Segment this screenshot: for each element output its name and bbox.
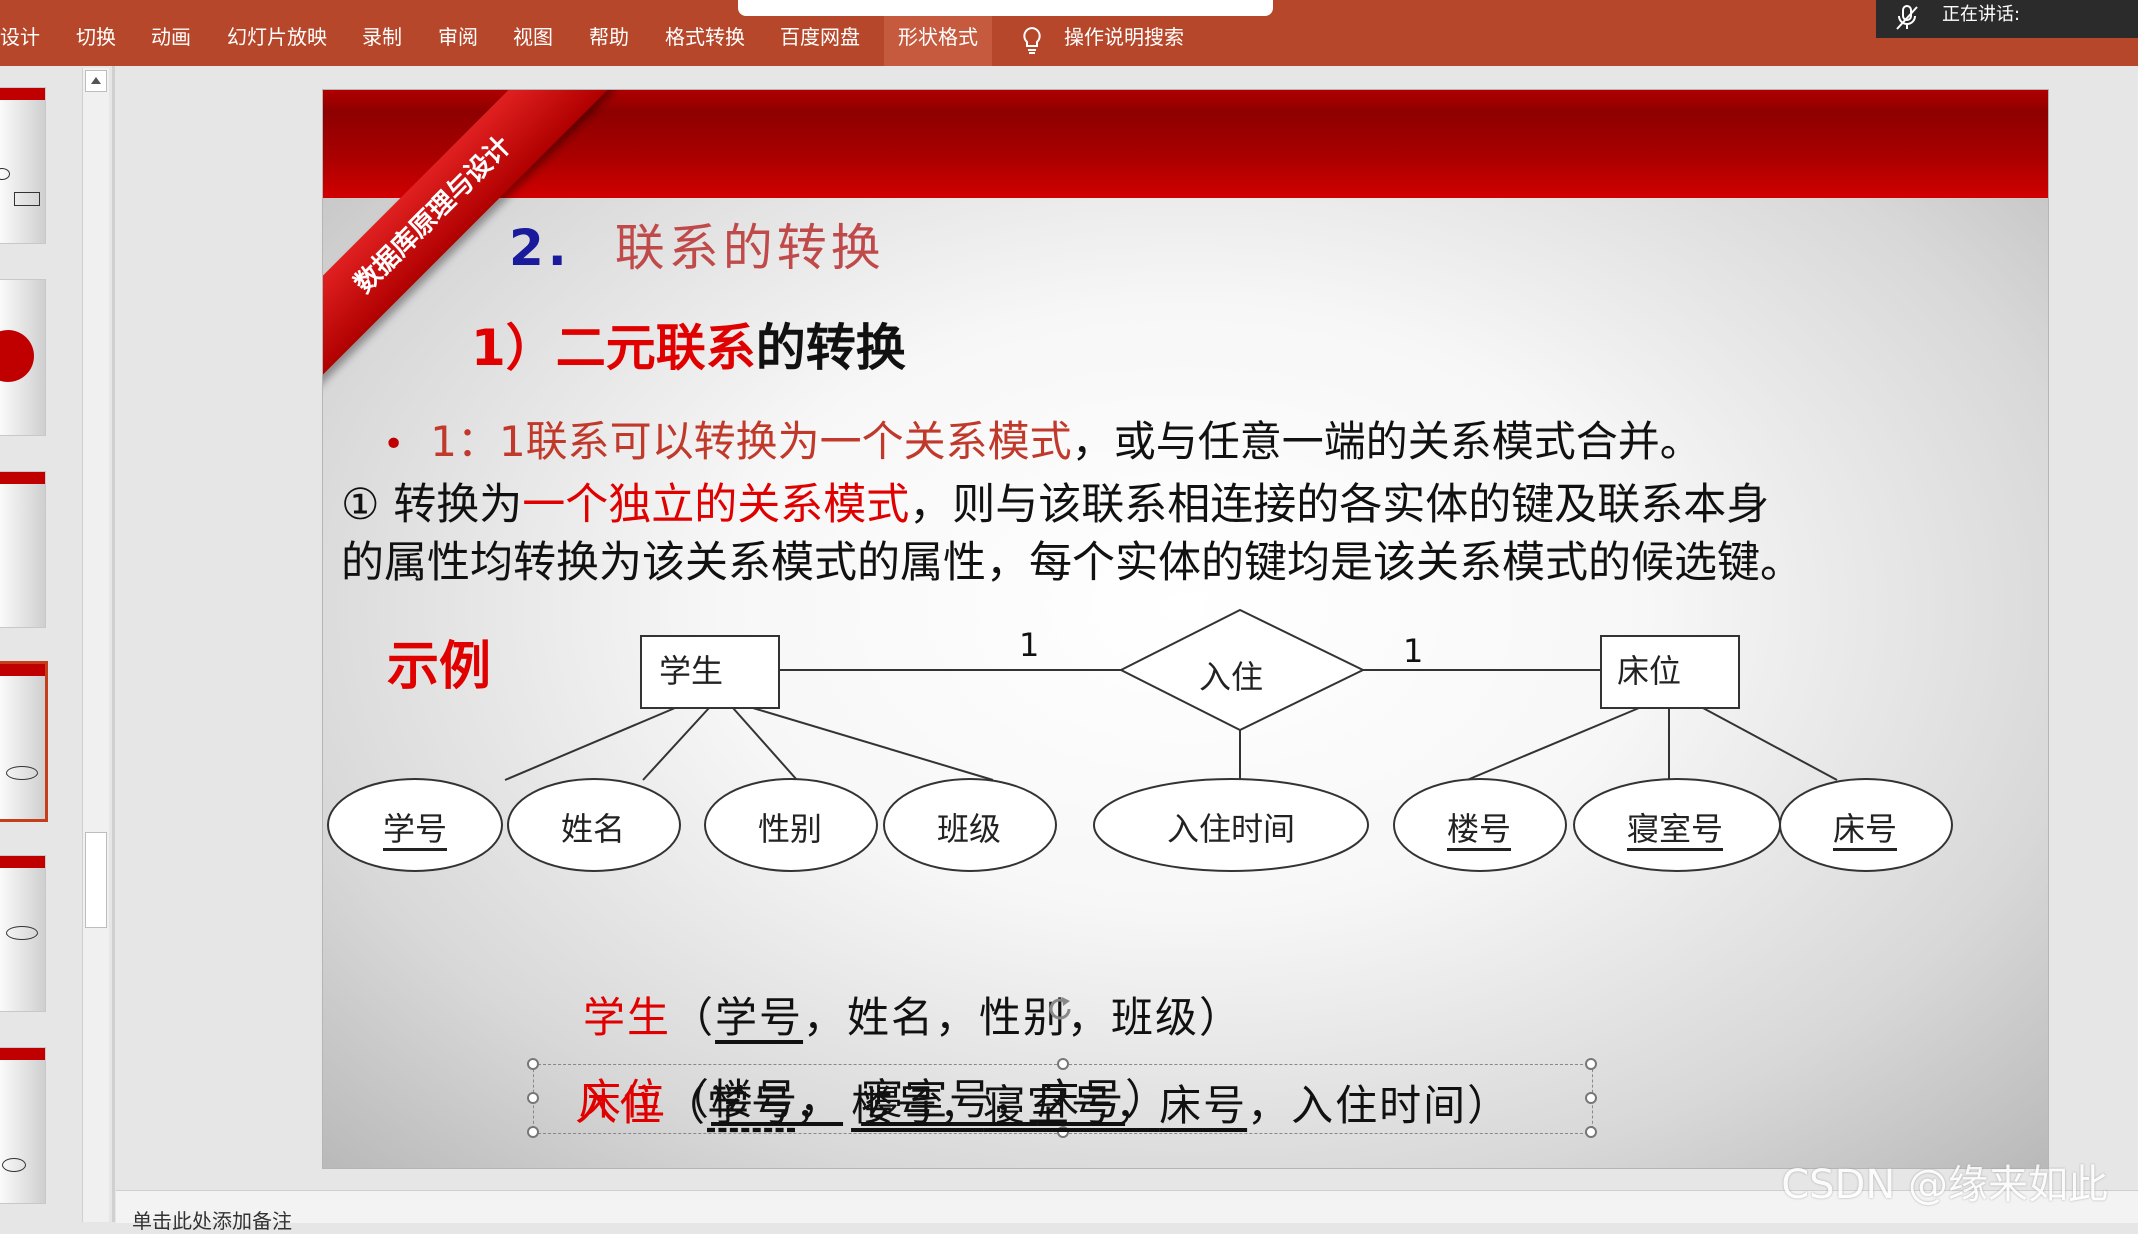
attr-gender[interactable]: 性别 [758,804,822,850]
tab-transitions[interactable]: 切换 [76,24,116,50]
thumbnail-background [0,484,45,627]
tab-animations[interactable]: 动画 [151,24,191,50]
tab-slideshow[interactable]: 幻灯片放映 [227,24,327,50]
schema-key: 床号 [1159,1081,1248,1130]
resize-handle[interactable] [527,1058,539,1070]
attr-class[interactable]: 班级 [937,804,1001,850]
rotate-handle-icon[interactable] [1045,994,1075,1024]
lightbulb-icon[interactable] [1020,26,1044,56]
cardinality-left: 1 [1019,626,1040,664]
schema-attrs: ，入住时间） [1247,1081,1512,1130]
attr-student-id[interactable]: 学号 [383,804,447,850]
speaking-label: 正在讲话: [1942,4,2021,25]
resize-handle[interactable] [1585,1092,1597,1104]
thumbnail-shape [14,192,40,206]
cardinality-right: 1 [1403,632,1424,670]
slide-thumbnail[interactable] [0,856,45,1011]
thumbnail-background [0,1060,45,1203]
slide-thumbnail[interactable] [0,472,45,627]
title-search-box[interactable] [738,0,1273,16]
thumbnail-band [0,88,45,100]
thumbnail-band [0,664,45,676]
schema-key: 楼号， [851,1081,984,1130]
attr-name[interactable]: 姓名 [561,804,625,850]
tab-view[interactable]: 视图 [513,24,553,50]
tab-design[interactable]: 设计 [0,24,40,50]
scroll-up-button[interactable] [85,70,107,92]
tab-shape-format[interactable]: 形状格式 [884,14,992,66]
schema-open: （ [671,993,716,1042]
schema-student[interactable]: 学生（学号，姓名，性别，班级） [583,984,1243,1045]
thumbnail-shape [6,926,38,940]
slide-thumbnail-selected[interactable] [0,664,45,819]
notes-placeholder: 单击此处添加备注 [132,1209,292,1233]
entity-student[interactable]: 学生 [659,646,723,692]
schema-checkin-text[interactable]: 入住（学号， 楼号，寝室号，床号，入住时间） [575,1072,1511,1133]
schema-attrs: ，姓名，性别，班级） [803,993,1244,1042]
schema-key: 学号 [715,993,804,1042]
resize-handle[interactable] [527,1126,539,1138]
speaking-indicator: 正在讲话: [1876,0,2138,38]
entity-bed[interactable]: 床位 [1617,646,1681,692]
slide-canvas[interactable]: 数据库原理与设计 2. 联系的转换 1）二元联系的转换 • 1：1联系可以转换为一… [323,90,2048,1168]
tab-format-convert[interactable]: 格式转换 [665,24,745,50]
schema-name: 学生 [583,993,672,1042]
schema-key: 学号 [707,1081,796,1130]
slide-thumbnail[interactable] [0,1048,45,1203]
thumbnail-band [0,472,45,484]
slide-thumbnail[interactable] [0,88,45,243]
resize-handle[interactable] [527,1092,539,1104]
schema-name: 入住 [575,1081,664,1130]
scrollbar-thumb[interactable] [85,832,107,928]
attr-building-no[interactable]: 楼号 [1447,804,1511,850]
pane-divider[interactable] [112,66,115,1222]
relationship-checkin[interactable]: 入住 [1199,652,1263,698]
tab-record[interactable]: 录制 [362,24,402,50]
thumbnail-shape [6,766,38,780]
thumbnail-shape [2,1158,26,1172]
slide-thumbnail[interactable] [0,280,45,435]
thumbnail-scrollbar[interactable] [82,68,109,1222]
schema-sep: ， [795,1081,840,1130]
tab-baidu-netdisk[interactable]: 百度网盘 [780,24,860,50]
attr-checkin-time[interactable]: 入住时间 [1167,804,1295,850]
attr-room-no[interactable]: 寝室号 [1627,804,1723,850]
thumbnail-background [0,676,45,819]
attr-bed-no[interactable]: 床号 [1833,804,1897,850]
resize-handle[interactable] [1057,1058,1069,1070]
resize-handle[interactable] [1585,1126,1597,1138]
tell-me-search[interactable]: 操作说明搜索 [1064,24,1184,50]
schema-open: （ [663,1081,708,1130]
thumbnail-band [0,856,45,868]
schema-key: 寝室号， [983,1081,1160,1130]
csdn-watermark: CSDN @缘来如此 [1781,1162,2108,1208]
thumbnail-band [0,1048,45,1060]
tab-review[interactable]: 审阅 [438,24,478,50]
microphone-muted-icon[interactable] [1894,4,1920,32]
tab-help[interactable]: 帮助 [589,24,629,50]
resize-handle[interactable] [1585,1058,1597,1070]
